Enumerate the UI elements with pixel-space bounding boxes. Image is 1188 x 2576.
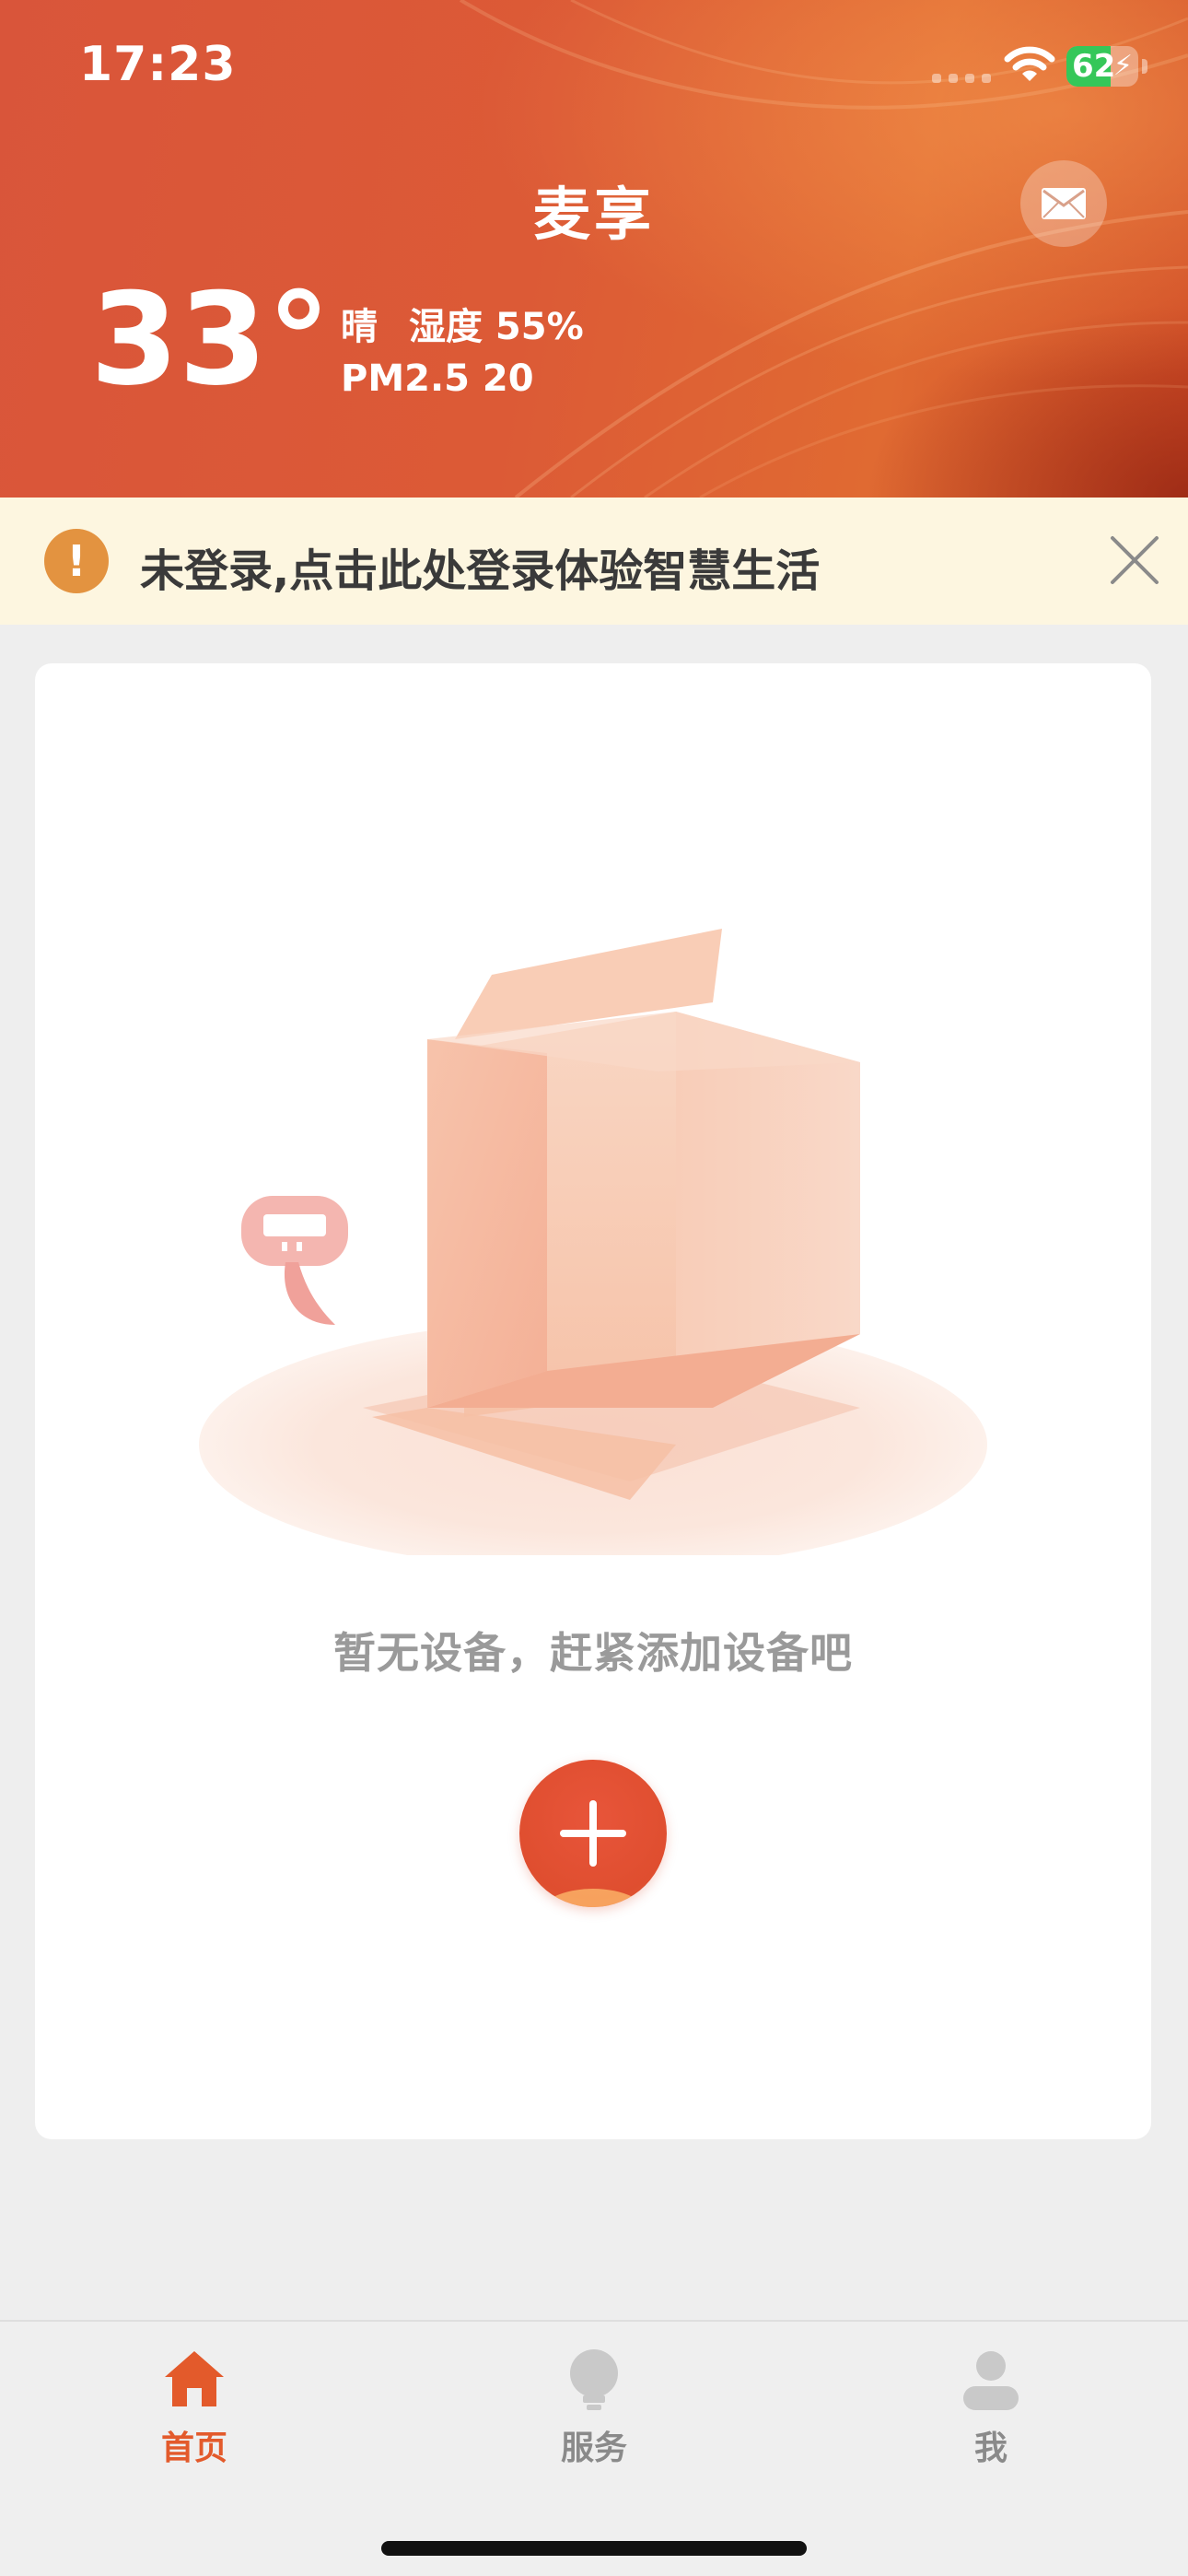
status-time: 17:23 <box>79 37 237 92</box>
cellular-signal-icon <box>932 74 991 83</box>
person-icon <box>963 2351 1019 2410</box>
home-icon <box>165 2351 224 2406</box>
battery-cap <box>1142 59 1147 74</box>
battery-icon: 62 ⚡ <box>1066 46 1138 87</box>
mail-button[interactable] <box>1020 160 1107 247</box>
tab-home-label: 首页 <box>160 2430 227 2467</box>
add-button-glow <box>538 1889 648 1907</box>
status-bar: 17:23 62 ⚡ <box>0 0 1188 129</box>
tab-me-label: 我 <box>973 2430 1007 2467</box>
mail-icon <box>1042 188 1086 219</box>
empty-box-illustration <box>199 929 987 1555</box>
empty-state-message: 暂无设备，赶紧添加设备吧 <box>333 1628 853 1678</box>
device-card: 暂无设备，赶紧添加设备吧 <box>35 663 1151 2139</box>
close-icon[interactable] <box>1109 534 1160 586</box>
tab-me[interactable]: 我 <box>899 2346 1083 2469</box>
login-prompt-text[interactable]: 未登录,点击此处登录体验智慧生活 <box>140 534 820 599</box>
wifi-icon <box>1004 46 1055 81</box>
pm25-value: PM2.5 20 <box>341 357 534 400</box>
lightbulb-icon <box>570 2349 618 2410</box>
app-screen: 17:23 62 ⚡ 麦享 33° 晴 湿度 55% PM2.5 20 ! 未登… <box>0 0 1188 2576</box>
charging-bolt-icon: ⚡ <box>1112 50 1133 82</box>
app-title: 麦享 <box>532 181 655 248</box>
weather-info: 晴湿度 55% <box>341 297 584 350</box>
login-banner[interactable]: ! 未登录,点击此处登录体验智慧生活 <box>0 498 1188 625</box>
tab-service[interactable]: 服务 <box>502 2346 686 2469</box>
header: 17:23 62 ⚡ 麦享 33° 晴 湿度 55% PM2.5 20 <box>0 0 1188 498</box>
plus-icon-vertical <box>589 1800 597 1867</box>
warning-icon: ! <box>44 529 109 593</box>
temperature-value: 33° <box>90 265 332 414</box>
tab-bar: 首页 服务 我 <box>0 2320 1188 2576</box>
weather-condition: 晴 <box>341 306 378 348</box>
add-device-button[interactable] <box>519 1760 667 1907</box>
tab-service-label: 服务 <box>560 2430 627 2467</box>
home-indicator[interactable] <box>381 2541 807 2556</box>
tab-home[interactable]: 首页 <box>102 2346 286 2469</box>
humidity: 湿度 55% <box>409 306 584 348</box>
battery-percent: 62 <box>1072 48 1116 85</box>
